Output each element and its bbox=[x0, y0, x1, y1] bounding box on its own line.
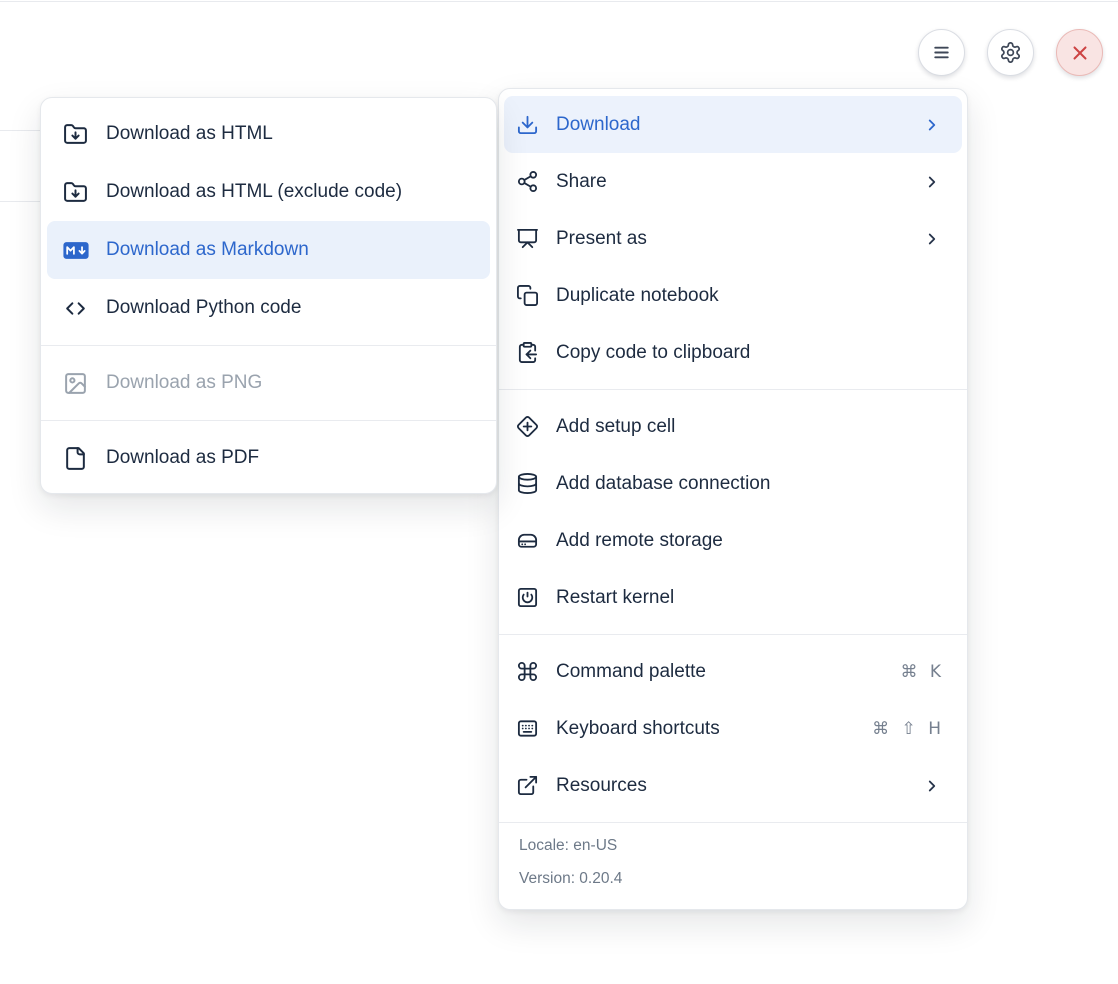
menu-item-restart-kernel[interactable]: Restart kernel bbox=[499, 569, 967, 626]
menu-item-download[interactable]: Download bbox=[504, 96, 962, 153]
menu-item-share[interactable]: Share bbox=[499, 153, 967, 210]
share-icon bbox=[516, 170, 540, 193]
chevron-right-icon bbox=[923, 777, 941, 795]
download-icon bbox=[516, 113, 540, 136]
shortcut-command-shift-h: ⌘ ⇧ H bbox=[872, 719, 941, 739]
menu-item-command-palette[interactable]: Command palette ⌘ K bbox=[499, 643, 967, 700]
gear-icon bbox=[999, 41, 1022, 64]
image-icon bbox=[63, 371, 89, 396]
shutdown-button[interactable] bbox=[1056, 29, 1103, 76]
page-top-border bbox=[0, 1, 1118, 2]
menu-item-resources[interactable]: Resources bbox=[499, 757, 967, 814]
menu-item-add-database-connection[interactable]: Add database connection bbox=[499, 455, 967, 512]
keyboard-icon bbox=[516, 717, 540, 740]
locale-text: Locale: en-US bbox=[519, 835, 947, 857]
clipboard-copy-icon bbox=[516, 341, 540, 364]
copy-icon bbox=[516, 284, 540, 307]
file-icon bbox=[63, 446, 89, 471]
download-submenu: Download as HTML Download as HTML (exclu… bbox=[40, 97, 497, 494]
hard-drive-icon bbox=[516, 529, 540, 552]
menu-footer: Locale: en-US Version: 0.20.4 bbox=[499, 823, 967, 909]
chevron-right-icon bbox=[923, 173, 941, 191]
menu-item-download-html[interactable]: Download as HTML bbox=[41, 105, 496, 163]
menu-item-download-markdown[interactable]: Download as Markdown bbox=[47, 221, 490, 279]
folder-down-icon bbox=[63, 180, 89, 205]
menu-item-present-as[interactable]: Present as bbox=[499, 210, 967, 267]
menu-item-add-remote-storage[interactable]: Add remote storage bbox=[499, 512, 967, 569]
folder-down-icon bbox=[63, 122, 89, 147]
hamburger-icon bbox=[930, 41, 953, 64]
menu-item-add-setup-cell[interactable]: Add setup cell bbox=[499, 398, 967, 455]
chevron-right-icon bbox=[923, 230, 941, 248]
diamond-plus-icon bbox=[516, 415, 540, 438]
code-icon bbox=[63, 296, 89, 321]
chevron-right-icon bbox=[923, 116, 941, 134]
menu-item-download-html-exclude-code[interactable]: Download as HTML (exclude code) bbox=[41, 163, 496, 221]
menu-item-copy-code[interactable]: Copy code to clipboard bbox=[499, 324, 967, 381]
menu-item-download-png[interactable]: Download as PNG bbox=[41, 354, 496, 412]
notebook-menu: Download Share Present as bbox=[498, 88, 968, 910]
shortcut-command-k: ⌘ K bbox=[900, 662, 941, 682]
power-square-icon bbox=[516, 586, 540, 609]
menu-button[interactable] bbox=[918, 29, 965, 76]
menu-item-keyboard-shortcuts[interactable]: Keyboard shortcuts ⌘ ⇧ H bbox=[499, 700, 967, 757]
presentation-icon bbox=[516, 227, 540, 250]
cell-border-line bbox=[0, 130, 41, 131]
cell-border-line bbox=[0, 201, 41, 202]
close-icon bbox=[1069, 42, 1091, 64]
menu-item-download-pdf[interactable]: Download as PDF bbox=[41, 429, 496, 487]
command-icon bbox=[516, 660, 540, 683]
markdown-icon bbox=[63, 240, 89, 261]
version-text: Version: 0.20.4 bbox=[519, 868, 947, 890]
notebook-actions-toolbar bbox=[918, 29, 1103, 76]
external-link-icon bbox=[516, 774, 540, 797]
settings-button[interactable] bbox=[987, 29, 1034, 76]
menu-item-duplicate-notebook[interactable]: Duplicate notebook bbox=[499, 267, 967, 324]
menu-item-download-python-code[interactable]: Download Python code bbox=[41, 279, 496, 337]
database-icon bbox=[516, 472, 540, 495]
